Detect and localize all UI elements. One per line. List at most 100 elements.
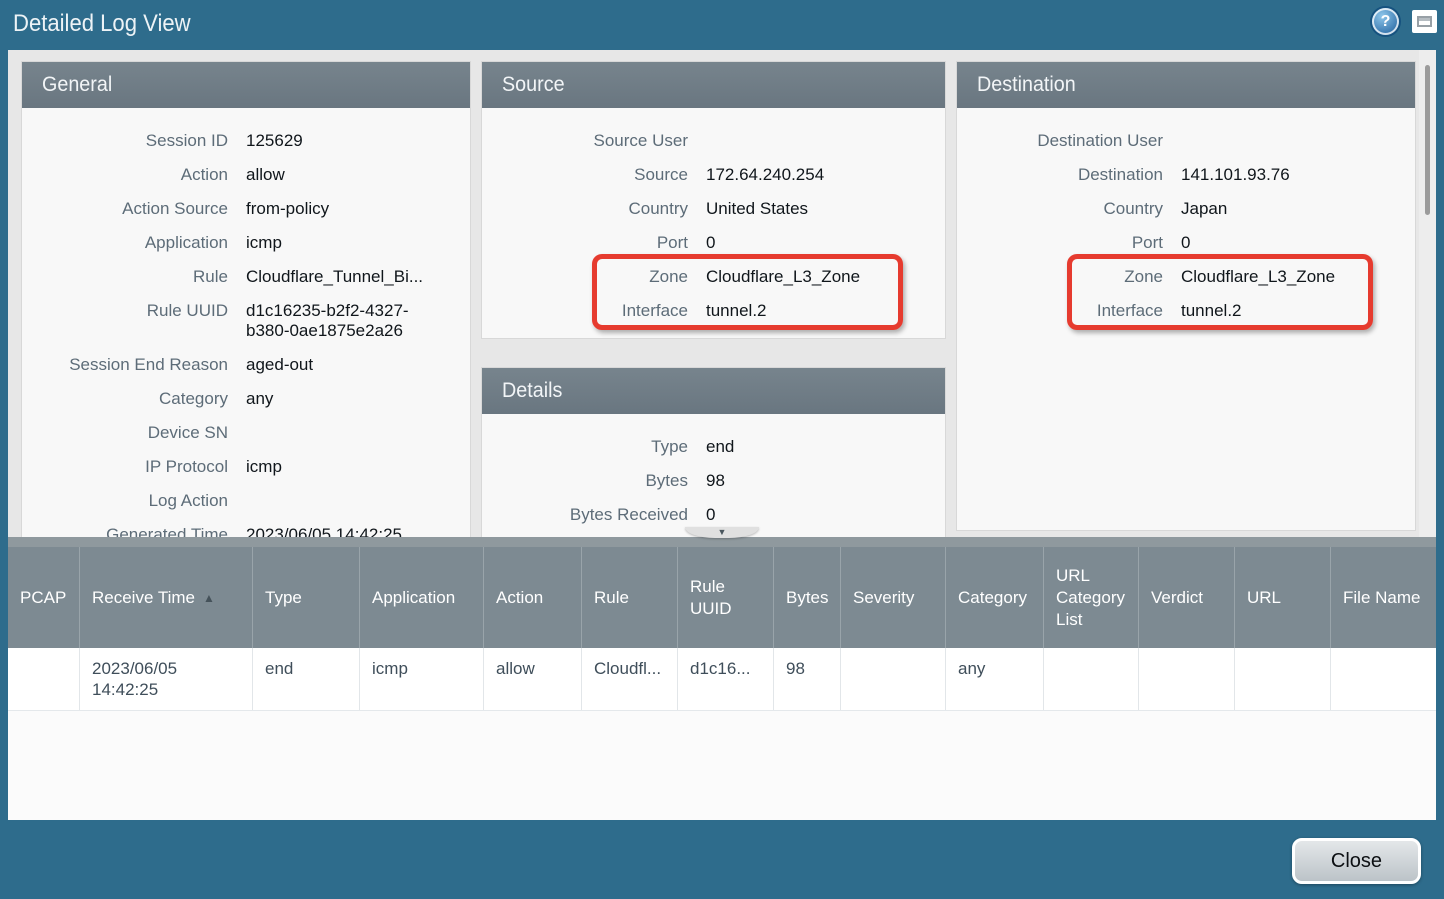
- field-value: 0: [1181, 233, 1415, 253]
- detailed-log-view-dialog: { "window": { "title": "Detailed Log Vie…: [0, 0, 1444, 899]
- field-label: Bytes: [482, 471, 688, 491]
- field-row-interface: Interfacetunnel.2: [482, 294, 945, 328]
- field-value: [1181, 131, 1415, 151]
- column-header-verdict[interactable]: Verdict: [1139, 547, 1235, 648]
- column-header-rule-uuid[interactable]: Rule UUID: [678, 547, 774, 648]
- field-value: 0: [706, 233, 945, 253]
- field-label: Country: [482, 199, 688, 219]
- details-panel-rows: TypeendBytes98Bytes Received0: [482, 414, 945, 532]
- cell-category: any: [946, 648, 1044, 710]
- field-value: any: [246, 389, 470, 409]
- field-row-session-end-reason: Session End Reasonaged-out: [22, 348, 470, 382]
- help-icon[interactable]: ?: [1372, 8, 1399, 35]
- column-header-label: Receive Time: [92, 587, 195, 609]
- destination-panel: Destination Destination UserDestination1…: [957, 62, 1415, 530]
- field-row-source: Source172.64.240.254: [482, 158, 945, 192]
- column-header-label: Category: [958, 587, 1027, 609]
- field-value: 98: [706, 471, 945, 491]
- field-value: allow: [246, 165, 470, 185]
- column-header-label: URL Category List: [1056, 565, 1132, 631]
- field-label: Interface: [482, 301, 688, 321]
- column-header-receive-time[interactable]: Receive Time▲: [80, 547, 253, 648]
- field-row-session-id: Session ID125629: [22, 124, 470, 158]
- field-row-ip-protocol: IP Protocolicmp: [22, 450, 470, 484]
- zone-interface-highlight-box: Zone Cloudflare_L3_Zone Interfacetunnel.2: [957, 260, 1415, 328]
- splitter-collapse-handle[interactable]: ▼: [685, 527, 759, 538]
- column-header-url-category-list[interactable]: URL Category List: [1044, 547, 1139, 648]
- field-label: Interface: [957, 301, 1163, 321]
- source-panel-header: Source: [482, 62, 945, 108]
- cell-action: allow: [484, 648, 582, 710]
- field-value: Cloudflare_L3_Zone: [706, 267, 945, 287]
- field-value: [246, 423, 470, 443]
- column-header-url[interactable]: URL: [1235, 547, 1331, 648]
- field-value: end: [706, 437, 945, 457]
- column-header-action[interactable]: Action: [484, 547, 582, 648]
- pane-splitter[interactable]: ▼: [8, 537, 1436, 547]
- cell-severity: [841, 648, 946, 710]
- column-header-file-name[interactable]: File Name: [1331, 547, 1436, 648]
- field-row-rule-uuid: Rule UUID d1c16235-b2f2-4327-b380-0ae1875…: [22, 294, 470, 348]
- cell-pcap: [8, 648, 80, 710]
- field-value: aged-out: [246, 355, 470, 375]
- close-button[interactable]: Close: [1292, 838, 1421, 884]
- log-table-body: 2023/06/05 14:42:25endicmpallowCloudfl..…: [8, 648, 1436, 711]
- details-panel-title: Details: [502, 368, 562, 414]
- field-label: Rule UUID: [22, 301, 228, 341]
- cell-url: [1235, 648, 1331, 710]
- log-table-row[interactable]: 2023/06/05 14:42:25endicmpallowCloudfl..…: [8, 648, 1436, 711]
- column-header-pcap[interactable]: PCAP: [8, 547, 80, 648]
- vertical-scrollbar: [1419, 50, 1436, 543]
- cell-rule: Cloudfl...: [582, 648, 678, 710]
- source-panel-title: Source: [502, 62, 565, 108]
- cell-bytes: 98: [774, 648, 841, 710]
- column-header-label: Action: [496, 587, 543, 609]
- field-row-port: Port0: [482, 226, 945, 260]
- field-row-category: Categoryany: [22, 382, 470, 416]
- field-value: from-policy: [246, 199, 470, 219]
- scrollbar-thumb[interactable]: [1425, 65, 1430, 215]
- column-header-label: Verdict: [1151, 587, 1203, 609]
- chevron-down-icon: ▼: [718, 528, 727, 537]
- column-header-type[interactable]: Type: [253, 547, 360, 648]
- page-title: Detailed Log View: [13, 10, 191, 38]
- general-panel-rows: Session ID125629ActionallowAction Source…: [22, 108, 470, 543]
- field-row-bytes: Bytes 98: [482, 464, 945, 498]
- details-panel: Details TypeendBytes98Bytes Received0: [482, 368, 945, 543]
- log-table-header: PCAPReceive Time▲TypeApplication Action Ru…: [8, 547, 1436, 648]
- field-row-destination-user: Destination User: [957, 124, 1415, 158]
- title-bar: Detailed Log View ?: [0, 0, 1444, 50]
- column-header-category[interactable]: Category: [946, 547, 1044, 648]
- field-value: Cloudflare_L3_Zone: [1181, 267, 1415, 287]
- field-label: Country: [957, 199, 1163, 219]
- details-panel-header: Details: [482, 368, 945, 414]
- field-value: [706, 131, 945, 151]
- field-row-action: Action allow: [22, 158, 470, 192]
- help-icon-glyph: ?: [1381, 13, 1391, 31]
- field-row-port: Port0: [957, 226, 1415, 260]
- field-value: d1c16235-b2f2-4327-b380-0ae1875e2a26: [246, 301, 470, 341]
- column-header-application[interactable]: Application: [360, 547, 484, 648]
- field-row-application: Applicationicmp: [22, 226, 470, 260]
- field-label: Source: [482, 165, 688, 185]
- column-header-label: File Name: [1343, 587, 1420, 609]
- column-header-bytes[interactable]: Bytes: [774, 547, 841, 648]
- field-value: 0: [706, 505, 945, 525]
- cell-receive-time: 2023/06/05 14:42:25: [80, 648, 253, 710]
- field-value: [246, 491, 470, 511]
- column-header-label: Rule UUID: [690, 576, 767, 620]
- column-header-rule[interactable]: Rule: [582, 547, 678, 648]
- zone-interface-highlight-box: ZoneCloudflare_L3_ZoneInterfacetunnel.2: [482, 260, 945, 328]
- field-row-rule: RuleCloudflare_Tunnel_Bi...: [22, 260, 470, 294]
- field-label: Zone: [957, 267, 1163, 287]
- field-row-zone: ZoneCloudflare_L3_Zone: [482, 260, 945, 294]
- field-label: Action: [22, 165, 228, 185]
- field-row-interface: Interfacetunnel.2: [957, 294, 1415, 328]
- window-maximize-icon[interactable]: [1412, 10, 1437, 33]
- field-row-log-action: Log Action: [22, 484, 470, 518]
- field-row-destination: Destination141.101.93.76: [957, 158, 1415, 192]
- field-label: Destination: [957, 165, 1163, 185]
- cell-rule-uuid: d1c16...: [678, 648, 774, 710]
- column-header-severity[interactable]: Severity: [841, 547, 946, 648]
- field-value: icmp: [246, 233, 470, 253]
